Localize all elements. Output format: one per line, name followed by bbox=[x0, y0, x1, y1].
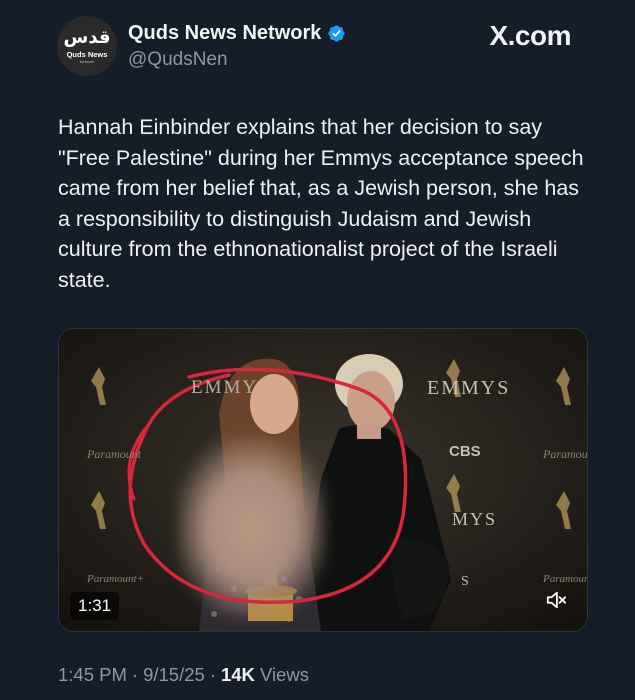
backdrop-paramount-bottom-left: Paramount+ bbox=[87, 573, 144, 585]
display-name[interactable]: Quds News Network bbox=[128, 22, 321, 45]
views-label: Views bbox=[259, 664, 309, 685]
speaker-muted-icon[interactable] bbox=[541, 587, 571, 613]
video-player[interactable]: EMMY EMMYS CBS MYS Paramount Paramoun Pa… bbox=[58, 328, 588, 632]
author-handle[interactable]: @QudsNen bbox=[128, 49, 228, 71]
tweet-date[interactable]: 9/15/25 bbox=[143, 664, 205, 686]
avatar-logo: ﻗﺪﺱ bbox=[63, 26, 111, 48]
backdrop-s-fragment: S bbox=[461, 574, 471, 589]
verified-badge-icon bbox=[327, 24, 346, 43]
tweet-meta: 1:45 PM · 9/15/25 · 14K Views bbox=[58, 664, 309, 686]
backdrop-emmys-left: EMMY bbox=[191, 377, 259, 398]
author-name-row: Quds News Network bbox=[128, 22, 346, 45]
meta-separator: · bbox=[131, 664, 139, 685]
backdrop-paramount-left: Paramount bbox=[87, 447, 141, 461]
backdrop-cbs: CBS bbox=[449, 443, 481, 460]
views-count: 14K bbox=[220, 664, 255, 685]
video-frame bbox=[59, 329, 587, 631]
site-badge: X.com bbox=[489, 20, 571, 51]
avatar-logo-sub: Quds News bbox=[66, 49, 108, 59]
backdrop-paramount-right: Paramoun bbox=[543, 447, 588, 461]
tweet-time[interactable]: 1:45 PM bbox=[58, 664, 127, 686]
tweet-text: Hannah Einbinder explains that her decis… bbox=[58, 115, 584, 292]
meta-separator: · bbox=[209, 664, 216, 685]
backdrop-paramount-bottom-right: Paramoun bbox=[543, 573, 588, 585]
backdrop-emmys-mid: MYS bbox=[452, 509, 498, 529]
tweet-card: ﻗﺪﺱ Quds News Network Quds News Network … bbox=[0, 0, 635, 700]
backdrop-emmys-right: EMMYS bbox=[427, 377, 511, 399]
avatar[interactable]: ﻗﺪﺱ Quds News Network bbox=[57, 16, 117, 76]
avatar-logo-tiny: Network bbox=[79, 58, 95, 64]
video-duration: 1:31 bbox=[70, 592, 120, 620]
